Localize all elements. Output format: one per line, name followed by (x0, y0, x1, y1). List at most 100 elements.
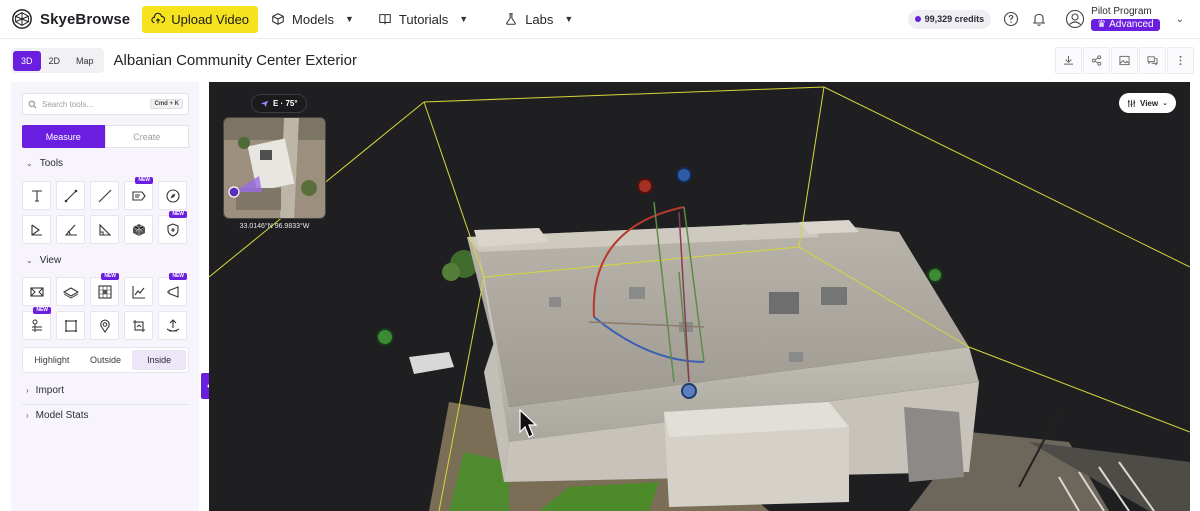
gizmo-handle-red[interactable] (637, 178, 653, 194)
grid-icon (97, 284, 112, 299)
view-mode-3d[interactable]: 3D (13, 50, 41, 71)
frame-icon (64, 319, 77, 332)
section-import-label: Import (35, 385, 65, 396)
image-button[interactable] (1111, 47, 1138, 74)
camera-view-button[interactable]: NEW (158, 273, 187, 306)
compass-tool-button[interactable] (158, 181, 187, 210)
location-button[interactable] (90, 311, 119, 340)
gizmo-handle-blue[interactable] (681, 383, 697, 399)
credits-badge[interactable]: 99,329 credits (907, 9, 992, 29)
help-icon[interactable] (1003, 11, 1019, 27)
caret-down-icon: ▼ (459, 14, 469, 24)
ground-button[interactable] (158, 311, 187, 340)
compass-heading[interactable]: E · 75° (251, 94, 307, 113)
section-view-header[interactable]: ⌄ View (26, 255, 61, 266)
line-tool-button[interactable] (56, 181, 85, 210)
text-tool-icon (31, 189, 42, 202)
tab-create[interactable]: Create (104, 125, 189, 148)
chevron-down-icon: ⌄ (26, 159, 33, 168)
angle-tool-button[interactable] (56, 215, 85, 244)
layers-button[interactable]: NEW (22, 307, 51, 340)
plane-clip-icon (62, 286, 79, 298)
clip-mode-toggle: Highlight Outside Inside (22, 347, 189, 373)
chevron-down-icon: ⌄ (1162, 100, 1168, 107)
nav-models-label: Models (292, 11, 334, 27)
chevron-right-icon: › (26, 386, 29, 395)
new-badge: NEW (33, 307, 51, 314)
top-navigation-bar: SkyeBrowse Upload Video Models ▼ Tutoria… (0, 0, 1200, 39)
sliders-icon (1127, 99, 1136, 107)
search-shortcut-hint: Cmd + K (150, 99, 183, 109)
tools-grid: NEW NEW (22, 177, 187, 244)
plane-clip-button[interactable] (56, 277, 85, 306)
more-vertical-icon (1179, 55, 1182, 66)
comments-icon (1147, 56, 1158, 66)
section-model-stats-header[interactable]: › Model Stats (26, 410, 88, 421)
profile-graph-icon (131, 285, 145, 299)
view-mode-2d[interactable]: 2D (41, 51, 69, 71)
comments-button[interactable] (1139, 47, 1166, 74)
view-mode-toggle: 3D 2D Map (11, 48, 104, 73)
user-menu[interactable]: Pilot Program ♛ Advanced ⌄ (1065, 7, 1184, 31)
clip-mode-highlight[interactable]: Highlight (25, 350, 79, 370)
download-button[interactable] (1055, 47, 1082, 74)
gizmo-handle-blue[interactable] (676, 167, 692, 183)
gizmo-handle-green[interactable] (376, 328, 394, 346)
segment-tool-button[interactable] (90, 181, 119, 210)
section-view-label: View (39, 255, 62, 266)
section-tools-header[interactable]: ⌄ Tools (26, 158, 63, 169)
more-options-button[interactable] (1167, 47, 1194, 74)
nav-labs-dropdown[interactable]: Labs ▼ (504, 12, 573, 27)
brand[interactable]: SkyeBrowse (11, 8, 130, 30)
box-clip-icon (29, 286, 44, 297)
point-cloud-scene[interactable] (209, 82, 1190, 511)
height-tool-button[interactable] (90, 215, 119, 244)
skyebrowse-logo-icon (12, 9, 32, 29)
upload-video-button[interactable]: Upload Video (142, 5, 259, 33)
new-badge: NEW (169, 211, 187, 218)
flask-icon (506, 13, 517, 25)
view-mode-map[interactable]: Map (68, 51, 102, 71)
page-title: Albanian Community Center Exterior (113, 52, 357, 69)
volume-tool-button[interactable] (124, 215, 153, 244)
hvac-unit (769, 292, 799, 314)
share-button[interactable] (1083, 47, 1110, 74)
nav-tutorials-dropdown[interactable]: Tutorials ▼ (378, 12, 468, 27)
label-tool-button[interactable]: NEW (124, 177, 153, 210)
chevron-right-icon: › (26, 411, 29, 420)
text-tool-button[interactable] (22, 181, 51, 210)
search-input[interactable]: Search tools... (42, 100, 145, 109)
brand-name: SkyeBrowse (40, 10, 131, 28)
box-clip-button[interactable] (22, 277, 51, 306)
title-row: 3D 2D Map Albanian Community Center Exte… (0, 40, 1200, 81)
grid-view-button[interactable]: NEW (90, 273, 119, 306)
model-3d-viewport[interactable]: E · 75° 33.0146°N 96.9833°W View ⌄ (209, 82, 1190, 511)
aerial-minimap[interactable] (223, 117, 326, 219)
section-import-header[interactable]: › Import (26, 385, 64, 396)
hvac-unit (789, 352, 803, 362)
plan-tier-badge: ♛ Advanced (1091, 19, 1160, 31)
profile-graph-button[interactable] (124, 277, 153, 306)
frame-button[interactable] (56, 311, 85, 340)
upload-video-label: Upload Video (171, 11, 250, 27)
crown-icon: ♛ (1097, 19, 1107, 30)
gizmo-handle-green[interactable] (927, 267, 943, 283)
crop-button[interactable] (124, 311, 153, 340)
bell-icon[interactable] (1031, 11, 1047, 27)
plan-tier-label: Advanced (1109, 19, 1154, 30)
gate-structure (904, 407, 964, 482)
chevron-down-icon: ⌄ (1175, 13, 1184, 25)
clip-mode-outside[interactable]: Outside (79, 350, 133, 370)
tool-search-box[interactable]: Search tools... Cmd + K (22, 93, 189, 115)
share-icon (1091, 55, 1102, 66)
view-options-button[interactable]: View ⌄ (1119, 93, 1176, 113)
nav-models-dropdown[interactable]: Models ▼ (271, 12, 354, 27)
view-tools-grid: NEW NEW NEW (22, 273, 187, 340)
clip-mode-inside[interactable]: Inside (132, 350, 187, 370)
tools-sidebar: Search tools... Cmd + K Measure Create ⌄… (11, 82, 199, 511)
hvac-unit (821, 287, 847, 305)
segment-tool-icon (98, 189, 111, 202)
tab-measure[interactable]: Measure (22, 125, 105, 148)
shield-tool-button[interactable]: NEW (158, 211, 187, 244)
area-tool-button[interactable] (22, 215, 51, 244)
